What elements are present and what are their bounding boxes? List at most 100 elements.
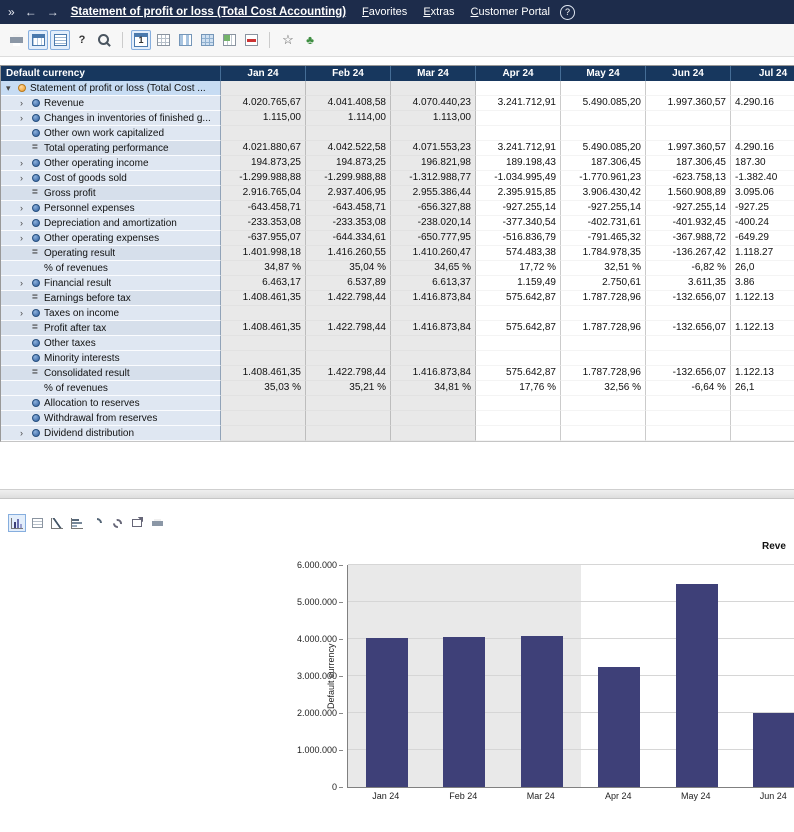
- value-cell[interactable]: -132.656,07: [646, 321, 731, 336]
- value-cell[interactable]: 3.241.712,91: [476, 141, 561, 156]
- value-cell[interactable]: 1.118.27: [731, 246, 794, 261]
- value-cell[interactable]: [306, 396, 391, 411]
- bar[interactable]: [521, 636, 563, 787]
- value-cell[interactable]: 34,81 %: [391, 381, 476, 396]
- value-cell[interactable]: -402.731,61: [561, 216, 646, 231]
- value-cell[interactable]: [306, 336, 391, 351]
- value-cell[interactable]: 1.560.908,89: [646, 186, 731, 201]
- value-cell[interactable]: 1.115,00: [221, 111, 306, 126]
- value-cell[interactable]: -649.29: [731, 231, 794, 246]
- value-cell[interactable]: 575.642,87: [476, 291, 561, 306]
- chart-column-icon[interactable]: [68, 514, 86, 532]
- value-cell[interactable]: 4.021.880,67: [221, 141, 306, 156]
- expand-icon[interactable]: ›: [20, 426, 32, 440]
- value-cell[interactable]: 1.787.728,96: [561, 366, 646, 381]
- column-header[interactable]: Feb 24: [306, 66, 391, 81]
- value-cell[interactable]: 4.020.765,67: [221, 96, 306, 111]
- value-cell[interactable]: [731, 111, 794, 126]
- column-header[interactable]: Mar 24: [391, 66, 476, 81]
- value-cell[interactable]: [731, 306, 794, 321]
- value-cell[interactable]: 194.873,25: [306, 156, 391, 171]
- print-icon[interactable]: [6, 30, 26, 50]
- value-cell[interactable]: [646, 126, 731, 141]
- row-label-cell[interactable]: =Earnings before tax: [1, 291, 221, 306]
- value-cell[interactable]: 5.490.085,20: [561, 141, 646, 156]
- value-cell[interactable]: -238.020,14: [391, 216, 476, 231]
- value-cell[interactable]: [391, 336, 476, 351]
- value-cell[interactable]: 3.611,35: [646, 276, 731, 291]
- value-cell[interactable]: 1.997.360,57: [646, 141, 731, 156]
- value-cell[interactable]: -643.458,71: [306, 201, 391, 216]
- value-cell[interactable]: [221, 411, 306, 426]
- value-cell[interactable]: [221, 336, 306, 351]
- bar[interactable]: [443, 637, 485, 787]
- value-cell[interactable]: 575.642,87: [476, 321, 561, 336]
- value-cell[interactable]: 35,04 %: [306, 261, 391, 276]
- forward-icon[interactable]: →: [47, 5, 59, 19]
- value-cell[interactable]: 4.042.522,58: [306, 141, 391, 156]
- value-cell[interactable]: [731, 81, 794, 96]
- value-cell[interactable]: -400.24: [731, 216, 794, 231]
- value-cell[interactable]: [306, 81, 391, 96]
- row-label-cell[interactable]: ›Revenue: [1, 96, 221, 111]
- value-cell[interactable]: 2.750,61: [561, 276, 646, 291]
- value-cell[interactable]: 187.306,45: [561, 156, 646, 171]
- value-cell[interactable]: 1.787.728,96: [561, 291, 646, 306]
- value-cell[interactable]: 1.401.998,18: [221, 246, 306, 261]
- value-cell[interactable]: -132.656,07: [646, 291, 731, 306]
- value-cell[interactable]: [306, 306, 391, 321]
- value-cell[interactable]: [476, 306, 561, 321]
- value-cell[interactable]: 1.114,00: [306, 111, 391, 126]
- value-cell[interactable]: 34,65 %: [391, 261, 476, 276]
- value-cell[interactable]: 17,72 %: [476, 261, 561, 276]
- value-cell[interactable]: [391, 351, 476, 366]
- grid-columns-icon[interactable]: [175, 30, 195, 50]
- row-label-cell[interactable]: ›Dividend distribution: [1, 426, 221, 441]
- value-cell[interactable]: [561, 336, 646, 351]
- row-label-cell[interactable]: =Gross profit: [1, 186, 221, 201]
- value-cell[interactable]: 194.873,25: [221, 156, 306, 171]
- column-header[interactable]: Jul 24: [731, 66, 794, 81]
- value-cell[interactable]: -656.327,88: [391, 201, 476, 216]
- value-cell[interactable]: -132.656,07: [646, 366, 731, 381]
- value-cell[interactable]: [221, 396, 306, 411]
- row-label-cell[interactable]: =Total operating performance: [1, 141, 221, 156]
- row-label-cell[interactable]: =Profit after tax: [1, 321, 221, 336]
- value-cell[interactable]: -791.465,32: [561, 231, 646, 246]
- value-cell[interactable]: -377.340,54: [476, 216, 561, 231]
- value-cell[interactable]: [476, 351, 561, 366]
- help-icon[interactable]: ?: [72, 30, 92, 50]
- value-cell[interactable]: -6,82 %: [646, 261, 731, 276]
- value-cell[interactable]: -1.299.988,88: [221, 171, 306, 186]
- value-cell[interactable]: [476, 396, 561, 411]
- row-label-cell[interactable]: Withdrawal from reserves: [1, 411, 221, 426]
- chart-export-icon[interactable]: [128, 514, 146, 532]
- value-cell[interactable]: 1.784.978,35: [561, 246, 646, 261]
- search-icon[interactable]: [94, 30, 114, 50]
- value-cell[interactable]: 1.787.728,96: [561, 321, 646, 336]
- value-cell[interactable]: [731, 396, 794, 411]
- row-label-cell[interactable]: ›Personnel expenses: [1, 201, 221, 216]
- value-cell[interactable]: 1.408.461,35: [221, 291, 306, 306]
- value-cell[interactable]: [476, 336, 561, 351]
- value-cell[interactable]: 3.86: [731, 276, 794, 291]
- row-label-cell[interactable]: ›Other operating expenses: [1, 231, 221, 246]
- row-label-cell[interactable]: Minority interests: [1, 351, 221, 366]
- expand-icon[interactable]: ›: [20, 111, 32, 125]
- value-cell[interactable]: [306, 411, 391, 426]
- row-label-cell[interactable]: ›Financial result: [1, 276, 221, 291]
- value-cell[interactable]: -1.312.988,77: [391, 171, 476, 186]
- value-cell[interactable]: -367.988,72: [646, 231, 731, 246]
- value-cell[interactable]: [646, 426, 731, 441]
- row-label-cell[interactable]: =Consolidated result: [1, 366, 221, 381]
- bar[interactable]: [676, 584, 718, 787]
- panel-collapse-icon[interactable]: »: [8, 5, 15, 19]
- name-column-header[interactable]: Default currency: [1, 66, 221, 81]
- column-header[interactable]: May 24: [561, 66, 646, 81]
- value-cell[interactable]: -1.299.988,88: [306, 171, 391, 186]
- value-cell[interactable]: 1.410.260,47: [391, 246, 476, 261]
- grid-blue-icon[interactable]: [197, 30, 217, 50]
- value-cell[interactable]: 4.070.440,23: [391, 96, 476, 111]
- menu-item-extras[interactable]: Extras: [423, 6, 454, 18]
- panel-splitter[interactable]: [0, 489, 794, 499]
